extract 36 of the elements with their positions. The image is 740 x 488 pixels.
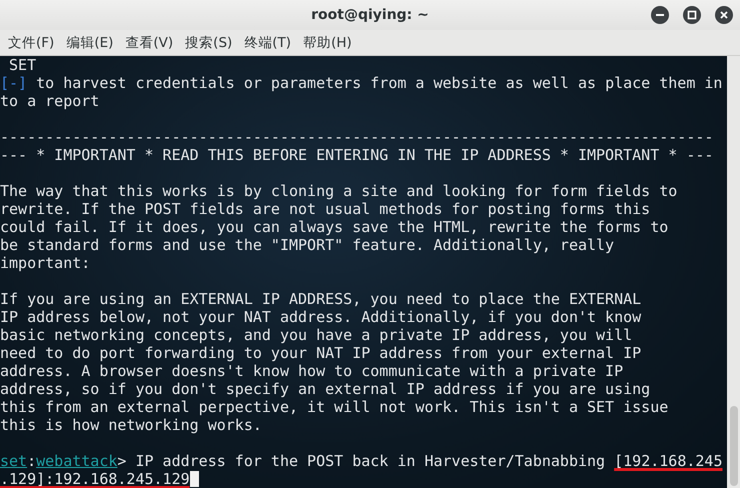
terminal-text: --- * IMPORTANT * READ THIS BEFORE ENTERING IN THE IP ADDRESS * IMPORTANT * --- (0, 146, 714, 164)
terminal-text: rewrite. If the POST fields are not usual methods for posting forms this (0, 200, 650, 218)
terminal-text: this from an external perpective, it will not work. This isn't a SET issue (0, 398, 668, 416)
maximize-button[interactable] (682, 5, 702, 25)
window-title: root@qiying: ~ (311, 7, 429, 23)
minimize-button[interactable] (650, 5, 670, 25)
prompt-text: webattack (36, 452, 118, 470)
status-marker: [-] (0, 74, 28, 92)
terminal-text: need to do port forwarding to your NAT IP address from your external IP (0, 344, 642, 362)
underlined-text: [192.168.245 (614, 452, 722, 470)
underlined-text: .129]:192.168.245.129 (0, 470, 190, 488)
terminal-text: If you are using an EXTERNAL IP ADDRESS, you need to place the EXTERNAL (0, 290, 642, 308)
terminal-text: this is how networking works. (0, 416, 262, 434)
terminal-text: could fail. If it does, you can always save the HTML, rewrite the forms to (0, 218, 668, 236)
close-button[interactable] (714, 5, 734, 25)
terminal-text: to a report (0, 92, 100, 110)
terminal-text: important: (0, 254, 90, 272)
menu-item[interactable]: 搜索(S) (181, 32, 236, 54)
menu-item[interactable]: 终端(T) (240, 32, 296, 54)
terminal-text: be standard forms and use the "IMPORT" feature. Additionally, really (0, 236, 614, 254)
terminal-text: to harvest credentials or parameters from a website as well as place them in (35, 74, 722, 92)
terminal-text: : (27, 452, 36, 470)
terminal-text: basic networking concepts, and you have a private IP address, you will (0, 326, 632, 344)
menu-item[interactable]: 帮助(H) (299, 32, 356, 54)
menu-item[interactable]: 编辑(E) (62, 32, 118, 54)
text-cursor (190, 471, 199, 487)
menu-item[interactable]: 查看(V) (121, 32, 178, 54)
terminal-text: IP address below, not your NAT address. Additionally, if you don't know (0, 308, 642, 326)
terminal-text: ------------------------------------------------------------------------------- (0, 128, 714, 146)
terminal-text: SET (8, 56, 36, 74)
terminal-text: address, so if you don't specify an external IP address if you are using (0, 380, 650, 398)
terminal-text: address. A browser doesns't know how to communicate with a private IP (0, 362, 624, 380)
prompt-text: set (0, 452, 28, 470)
terminal-text: The way that this works is by cloning a site and looking for form fields to (0, 182, 678, 200)
terminal-text: > IP address for the POST back in Harvester/Tabnabbing (117, 452, 606, 470)
menu-item[interactable]: 文件(F) (4, 32, 58, 54)
